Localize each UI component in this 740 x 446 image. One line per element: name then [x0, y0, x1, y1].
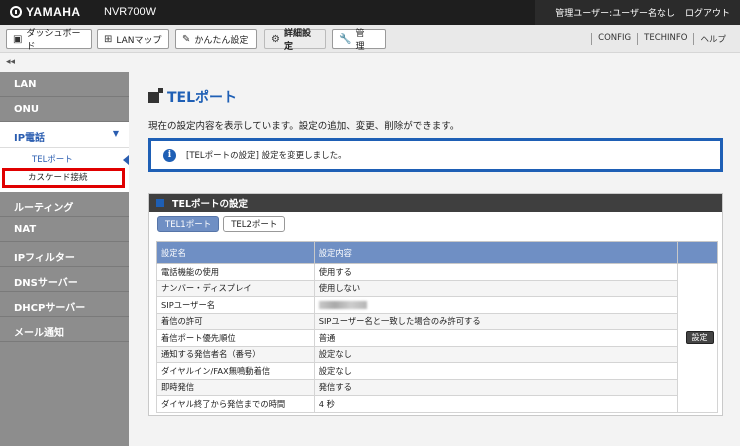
sidebar-item-dhcp-server[interactable]: DHCPサーバー — [0, 292, 129, 317]
sidebar-item-routing[interactable]: ルーティング — [0, 192, 129, 217]
sidebar-item-mail-notify[interactable]: メール通知 — [0, 317, 129, 342]
table-row: 即時発信 発信する — [156, 378, 718, 396]
port-tabs: TEL1ポート TEL2ポート — [157, 216, 289, 232]
setting-value: SIPユーザー名と一致した場合のみ許可する — [313, 312, 679, 330]
admin-user-label: 管理ユーザー:ユーザー名なし — [555, 9, 675, 19]
logout-link[interactable]: ログアウト — [685, 6, 730, 19]
advanced-settings-button[interactable]: ⚙ 詳細設定 — [264, 29, 326, 52]
page-title-text: TELポート — [167, 90, 238, 106]
sidebar-item-ip-phone[interactable]: IP電話 ▼ — [0, 122, 129, 148]
page-title: TELポート — [148, 87, 237, 107]
advanced-settings-label: 詳細設定 — [283, 29, 311, 52]
nav-links: CONFIG TECHINFO ヘルプ — [591, 33, 732, 45]
dashboard-icon: ▣ — [13, 33, 23, 45]
management-label: 管 理 — [355, 29, 374, 52]
table-row: 電話機能の使用 使用する設定 — [156, 263, 718, 413]
settings-table: 設定名 設定内容 電話機能の使用 使用する 設定 ナンバー・ディスプレイ 使用しない … — [156, 241, 718, 413]
sidebar-item-ip-filter[interactable]: IPフィルター — [0, 242, 129, 267]
sidebar-submenu: TELポート カスケード接続 — [0, 148, 129, 192]
info-icon: i — [163, 148, 176, 162]
dashboard-label: ダッシュボード — [26, 29, 81, 52]
config-link[interactable]: CONFIG — [591, 33, 637, 45]
setting-value: 設定なし — [313, 345, 679, 363]
setting-name: 即時発信 — [156, 378, 315, 396]
dashboard-button[interactable]: ▣ ダッシュボード — [6, 29, 92, 52]
setting-name: 電話機能の使用 — [156, 263, 315, 281]
lan-map-icon: ⊞ — [104, 33, 113, 45]
sidebar-item-ip-phone-label: IP電話 — [14, 133, 46, 144]
setting-name: ダイヤルイン/FAX無鳴動着信 — [156, 362, 315, 380]
easy-setup-button[interactable]: ✎ かんたん設定 — [175, 29, 257, 49]
gear-icon: ⚙ — [271, 33, 280, 45]
column-header-action — [677, 241, 718, 264]
setting-value: 4 秒 — [313, 395, 679, 413]
setting-name: 通知する発信者名（番号） — [156, 345, 315, 363]
setting-name: ナンバー・ディスプレイ — [156, 279, 315, 297]
help-link[interactable]: ヘルプ — [693, 33, 732, 45]
sidebar-subitem-tel-port[interactable]: TELポート — [0, 152, 129, 168]
user-area: 管理ユーザー:ユーザー名なし ログアウト — [535, 0, 740, 25]
sidebar-item-nat[interactable]: NAT — [0, 217, 129, 242]
sidebar-item-lan[interactable]: LAN — [0, 72, 129, 97]
table-row: 着信の許可 SIPユーザー名と一致した場合のみ許可する — [156, 312, 718, 330]
chevron-down-icon: ▼ — [112, 129, 119, 138]
table-header-row: 設定名 設定内容 — [156, 241, 718, 264]
wizard-icon: ✎ — [182, 33, 191, 45]
tab-tel2[interactable]: TEL2ポート — [223, 216, 286, 232]
model-name: NVR700W — [104, 6, 156, 18]
setting-name: 着信ポート優先順位 — [156, 329, 315, 347]
title-square-icon — [148, 87, 163, 103]
setting-value: 発信する — [313, 378, 679, 396]
info-message: i [TELポートの設定] 設定を変更しました。 — [148, 138, 723, 172]
action-cell: 設定 — [677, 263, 718, 413]
sidebar-item-onu[interactable]: ONU — [0, 97, 129, 122]
setting-value: 設定なし — [313, 362, 679, 380]
sidebar: LAN ONU IP電話 ▼ TELポート カスケード接続 ルーティング NAT… — [0, 72, 129, 446]
wrench-icon: 🔧 — [339, 33, 352, 45]
edit-settings-button[interactable]: 設定 — [685, 331, 714, 345]
setting-name: SIPユーザー名 — [156, 296, 315, 314]
redacted-value — [318, 301, 367, 310]
setting-name: 着信の許可 — [156, 312, 315, 330]
lan-map-label: LANマップ — [116, 35, 162, 46]
sidebar-item-dns-server[interactable]: DNSサーバー — [0, 267, 129, 292]
table-row: SIPユーザー名 — [156, 296, 718, 314]
top-bar: YAMAHA NVR700W 管理ユーザー:ユーザー名なし ログアウト — [0, 0, 740, 25]
yamaha-logo: YAMAHA — [10, 5, 81, 19]
panel-title: TELポートの設定 — [172, 199, 249, 210]
tel-port-settings-panel: TELポートの設定 TEL1ポート TEL2ポート 設定名 設定内容 電話機能の… — [148, 193, 723, 416]
collapse-sidebar-icon[interactable]: ◂◂ — [6, 57, 15, 67]
table-row: 着信ポート優先順位 普通 — [156, 329, 718, 347]
column-header-name: 設定名 — [156, 241, 315, 264]
table-row: 通知する発信者名（番号） 設定なし — [156, 345, 718, 363]
techinfo-link[interactable]: TECHINFO — [637, 33, 693, 45]
main-nav: ▣ ダッシュボード ⊞ LANマップ ✎ かんたん設定 ⚙ 詳細設定 🔧 管 理 CONF… — [0, 25, 740, 53]
easy-setup-label: かんたん設定 — [194, 35, 249, 46]
sidebar-subitem-cascade[interactable]: カスケード接続 — [2, 168, 125, 188]
setting-value-redacted — [313, 296, 679, 314]
page-description: 現在の設定内容を表示しています。設定の追加、変更、削除ができます。 — [148, 121, 460, 132]
setting-value: 使用する — [313, 263, 679, 281]
panel-header-icon — [156, 199, 164, 207]
panel-header: TELポートの設定 — [149, 194, 722, 212]
yamaha-logo-icon — [10, 6, 22, 18]
table-row: ナンバー・ディスプレイ 使用しない — [156, 279, 718, 297]
tab-tel1[interactable]: TEL1ポート — [157, 216, 220, 232]
setting-value: 普通 — [313, 329, 679, 347]
lan-map-button[interactable]: ⊞ LANマップ — [97, 29, 169, 49]
table-row: ダイヤル終了から発信までの時間 4 秒 — [156, 395, 718, 413]
setting-name: ダイヤル終了から発信までの時間 — [156, 395, 315, 413]
setting-value: 使用しない — [313, 279, 679, 297]
management-button[interactable]: 🔧 管 理 — [332, 29, 386, 52]
column-header-value: 設定内容 — [313, 241, 679, 264]
table-row: ダイヤルイン/FAX無鳴動着信 設定なし — [156, 362, 718, 380]
brand-text: YAMAHA — [26, 5, 81, 19]
info-message-text: [TELポートの設定] 設定を変更しました。 — [186, 151, 347, 161]
